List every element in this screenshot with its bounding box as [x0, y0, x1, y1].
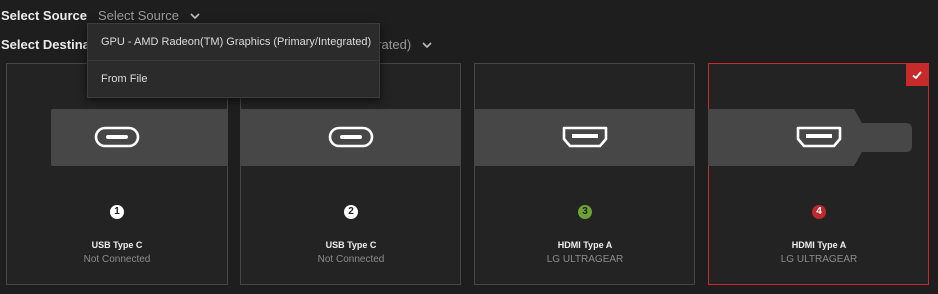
usb-c-port-icon — [328, 126, 374, 148]
port-number-badge: 2 — [344, 205, 358, 219]
port-card-4[interactable] — [708, 63, 929, 285]
dropdown-option-gpu[interactable]: GPU - AMD Radeon(TM) Graphics (Primary/I… — [88, 24, 379, 60]
source-dropdown-menu: GPU - AMD Radeon(TM) Graphics (Primary/I… — [87, 23, 380, 98]
port-name: USB Type C — [91, 240, 143, 250]
port-status: Not Connected — [317, 254, 385, 265]
dropdown-option-from-file[interactable]: From File — [88, 60, 379, 97]
chevron-down-icon — [422, 41, 432, 48]
port-card-3[interactable] — [474, 63, 695, 285]
chevron-down-icon — [190, 12, 200, 19]
plug-tip-shape — [848, 109, 912, 166]
hdmi-port-icon — [796, 126, 842, 148]
port-number-badge: 4 — [812, 205, 826, 219]
hdmi-port-icon — [562, 126, 608, 148]
port-name: USB Type C — [325, 240, 377, 250]
usb-c-port-icon — [94, 126, 140, 148]
port-name: HDMI Type A — [557, 240, 613, 250]
port-status: Not Connected — [83, 254, 151, 265]
port-status: LG ULTRAGEAR — [546, 254, 624, 265]
port-number-badge: 3 — [578, 205, 592, 219]
port-status: LG ULTRAGEAR — [780, 254, 858, 265]
port-number-badge: 1 — [110, 205, 124, 219]
select-source-label: Select Source — [1, 8, 87, 23]
selected-check-badge — [906, 64, 928, 86]
port-name: HDMI Type A — [791, 240, 847, 250]
check-icon — [912, 71, 922, 80]
source-select[interactable]: Select Source — [98, 8, 201, 23]
source-select-value: Select Source — [98, 8, 179, 23]
